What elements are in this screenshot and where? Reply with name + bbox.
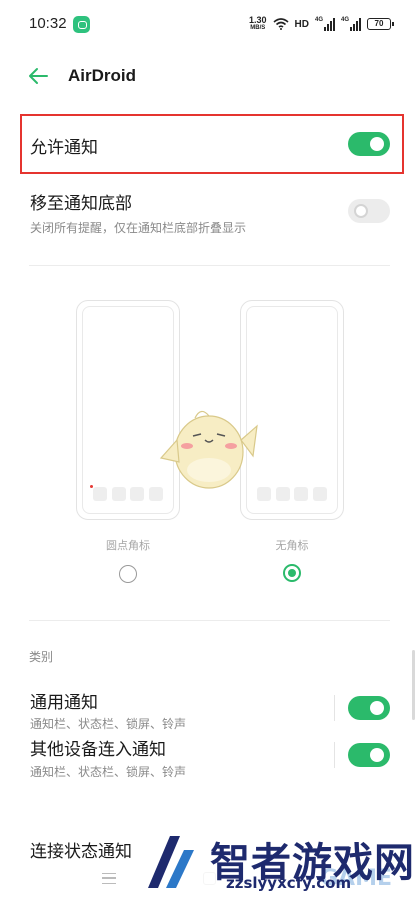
signal-2-icon: 4G [341, 16, 361, 31]
dot-badge-caption: 圆点角标 [106, 540, 150, 552]
categories-section-label: 类别 [29, 650, 54, 664]
move-to-bottom-label: 移至通知底部 [30, 194, 132, 213]
app-placeholder [312, 487, 327, 501]
status-time: 10:32 [29, 15, 67, 32]
watermark: GAME 智者游戏网 zzslyyxcfy.com [140, 826, 419, 898]
row-separator [334, 695, 335, 721]
network-speed-unit: MB/S [250, 25, 266, 31]
chat-bubble-icon [73, 16, 90, 33]
toggle-knob [354, 204, 368, 218]
status-icons: 1.30 MB/S HD 4G 4G 70 [249, 14, 394, 34]
battery-icon: 70 [367, 18, 394, 30]
no-badge-radio[interactable] [283, 564, 301, 582]
preview-dock [90, 485, 163, 501]
category-connection-status-label[interactable]: 连接状态通知 [30, 837, 132, 862]
network-speed-value: 1.30 [249, 15, 267, 25]
hd-indicator: HD [294, 18, 309, 30]
wifi-icon [273, 18, 289, 30]
watermark-logo-icon [148, 836, 194, 888]
sim2-tag: 4G [341, 16, 350, 23]
app-placeholder [130, 487, 145, 501]
move-to-bottom-toggle[interactable] [348, 199, 390, 223]
arrow-left-icon[interactable] [27, 65, 49, 87]
sim1-tag: 4G [315, 16, 324, 23]
toggle-knob [370, 701, 384, 715]
toggle-knob [370, 748, 384, 762]
allow-notifications-toggle[interactable] [348, 132, 390, 156]
app-placeholder [294, 487, 309, 501]
signal-1-icon: 4G [315, 16, 335, 31]
app-placeholder-with-dot [90, 485, 107, 501]
mascot-illustration [159, 410, 258, 489]
category-general-label: 通用通知 [30, 693, 98, 712]
category-other-devices-label: 其他设备连入通知 [30, 740, 166, 759]
row-separator [334, 742, 335, 768]
preview-dock [257, 487, 327, 501]
no-badge-caption: 无角标 [275, 540, 309, 552]
divider [29, 265, 390, 266]
category-general-toggle[interactable] [348, 696, 390, 720]
category-general-description: 通知栏、状态栏、锁屏、铃声 [30, 717, 187, 731]
network-speed: 1.30 MB/S [249, 16, 267, 32]
page-title: AirDroid [68, 66, 136, 85]
app-placeholder [111, 487, 126, 501]
category-other-devices-description: 通知栏、状态栏、锁屏、铃声 [30, 765, 187, 779]
app-placeholder [275, 487, 290, 501]
status-bar: 10:32 1.30 MB/S HD 4G 4G 70 [0, 0, 419, 48]
category-other-devices-toggle[interactable] [348, 743, 390, 767]
move-to-bottom-description: 关闭所有提醒，仅在通知栏底部折叠显示 [30, 221, 247, 235]
watermark-url: zzslyyxcfy.com [226, 874, 352, 892]
divider [29, 620, 390, 621]
toggle-knob [370, 137, 384, 151]
allow-notifications-label: 允许通知 [30, 138, 98, 157]
menu-icon[interactable] [102, 873, 116, 884]
dot-badge-radio[interactable] [119, 565, 137, 583]
scrollbar[interactable] [412, 650, 415, 720]
